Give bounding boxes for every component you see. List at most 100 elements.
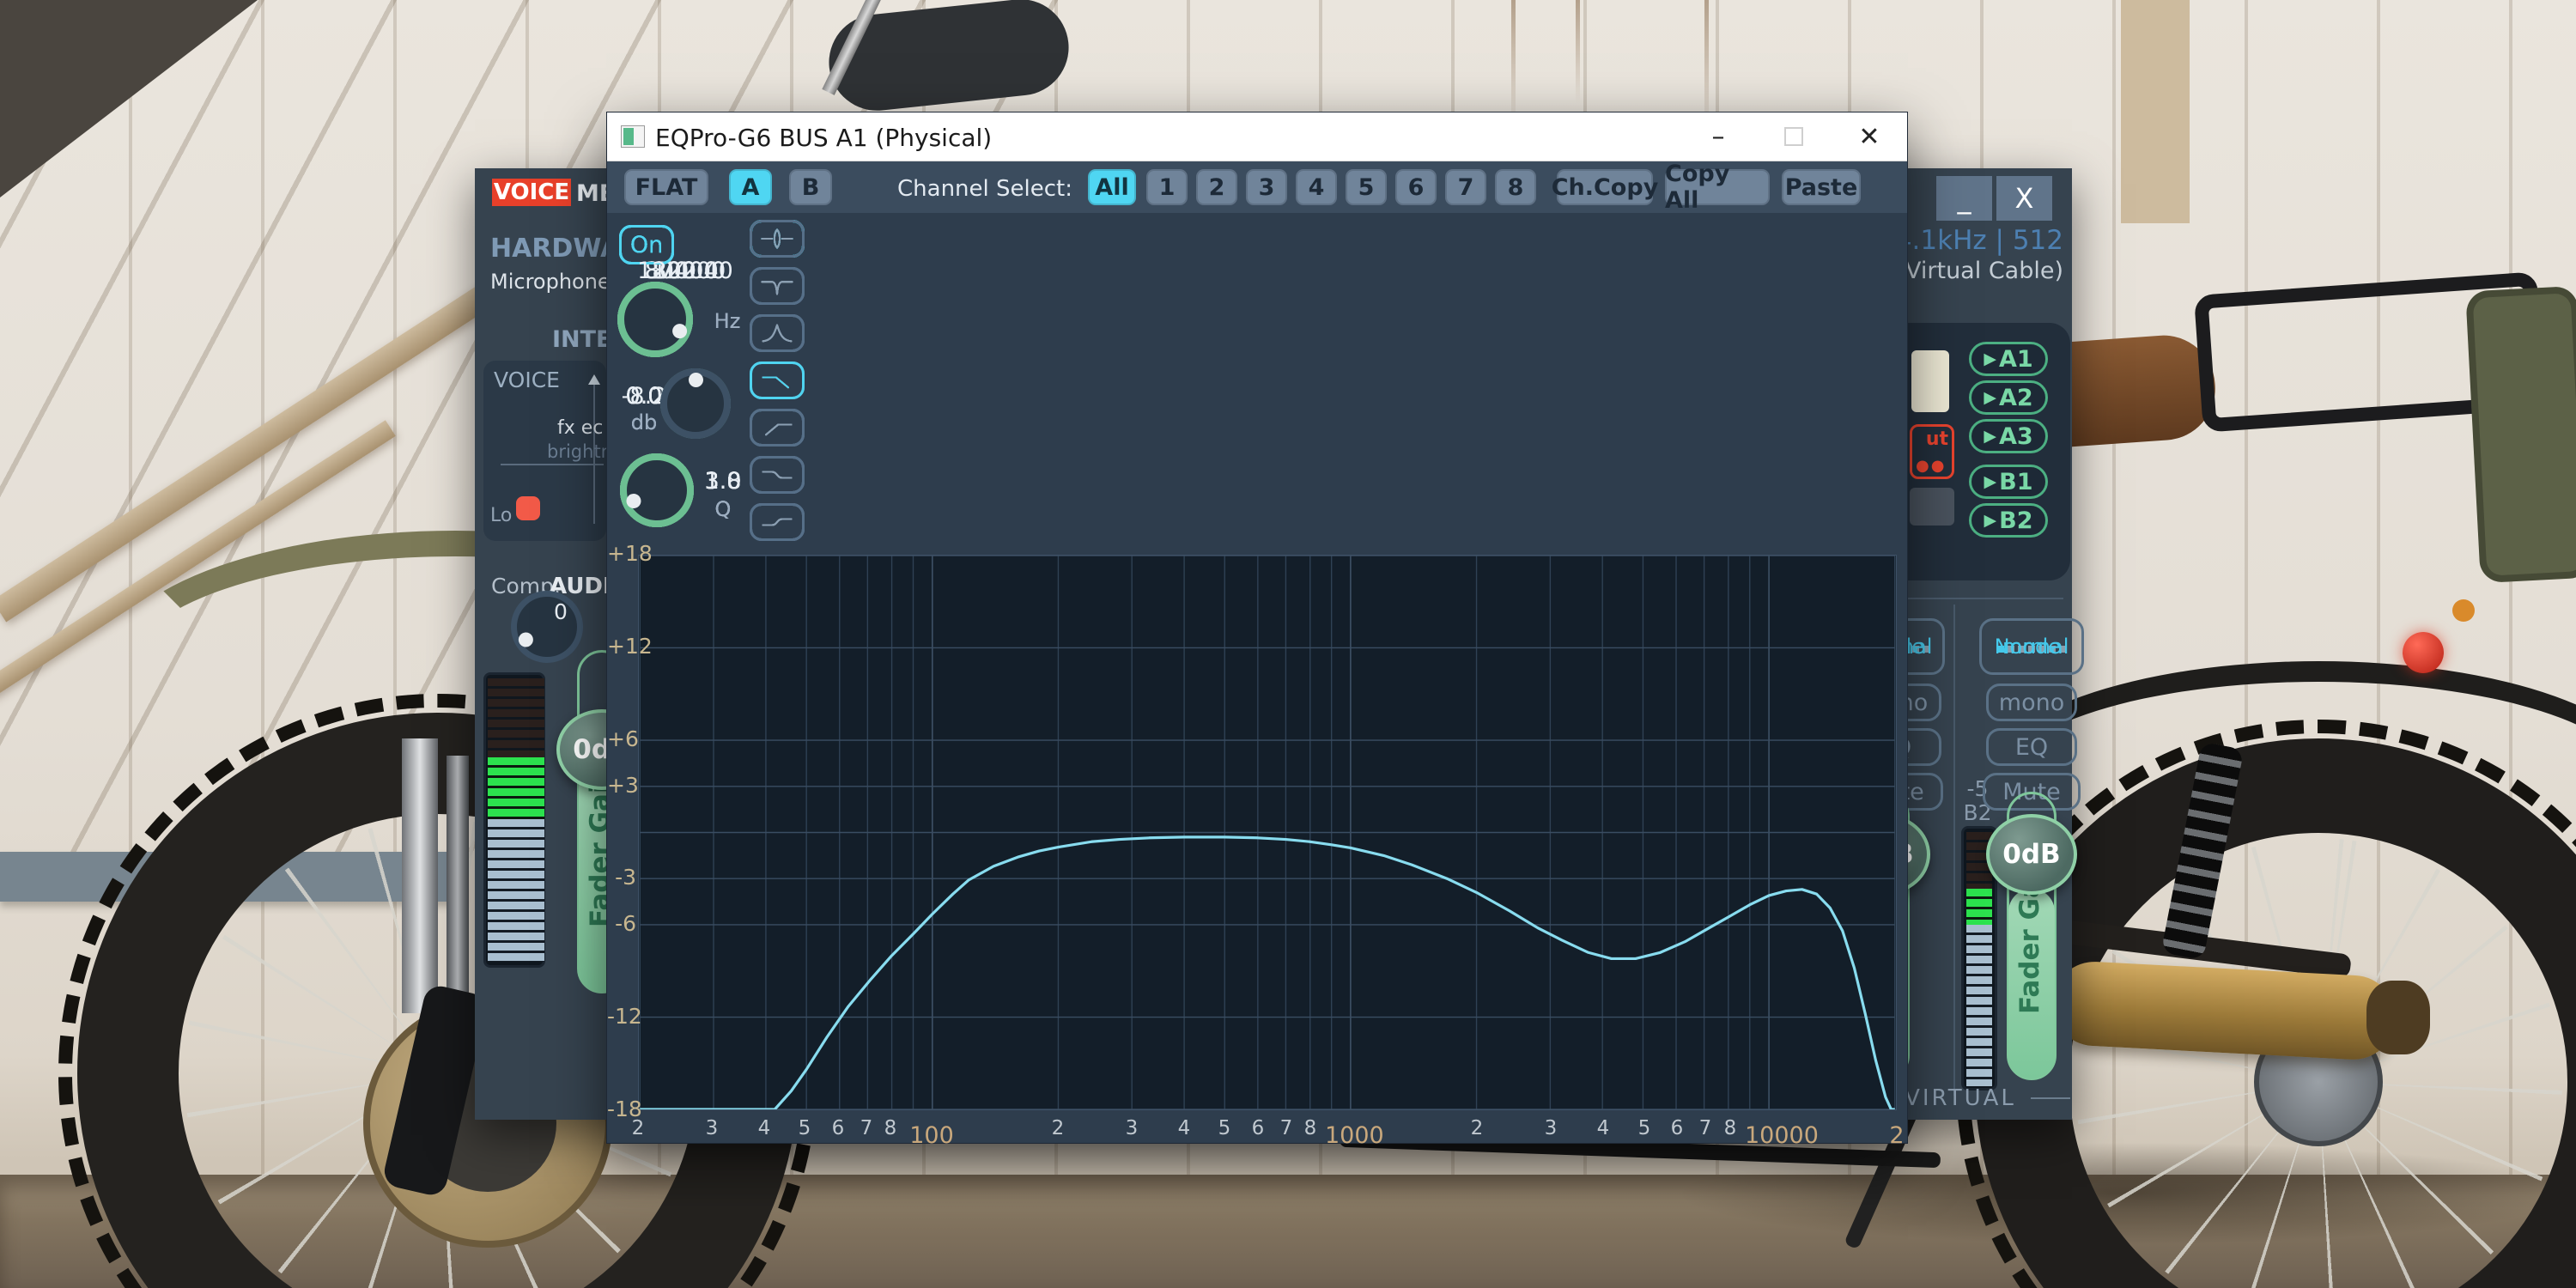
fork-tube	[447, 756, 469, 1013]
band-q-value: 3.0	[704, 468, 742, 495]
x-axis-label: 2	[631, 1117, 645, 1139]
x-axis-label: 10000	[1745, 1122, 1819, 1149]
exhaust-tip	[2366, 981, 2430, 1054]
turn-signal	[2452, 599, 2475, 622]
vm-close-button[interactable]: X	[1996, 176, 2052, 221]
x-axis-label: 3	[1544, 1117, 1558, 1139]
filter-bandpass-button[interactable]	[750, 314, 805, 352]
y-axis-label: -12	[607, 1004, 642, 1029]
x-axis-label: 3	[1125, 1117, 1139, 1139]
channel-button-2[interactable]: 2	[1196, 169, 1237, 205]
frequency-response-plot[interactable]	[638, 555, 1897, 1110]
x-axis-label: 2	[1051, 1117, 1065, 1139]
y-axis-label: +12	[607, 634, 653, 659]
paste-button[interactable]: Paste	[1782, 169, 1861, 205]
filter-shelf-boost-button[interactable]	[750, 503, 805, 541]
input-level-meter	[483, 672, 545, 968]
eq-toolbar: FLAT A B Channel Select: All 1 2 3 4 5 6 7 8 Ch.…	[607, 161, 1907, 214]
eq-window: EQPro-G6 BUS A1 (Physical) – ✕ FLAT A B …	[606, 112, 1908, 1149]
preset-a-button[interactable]: A	[729, 169, 772, 205]
desktop: VOICE MEE HARDWARE I Microphone (Ra INTE…	[0, 0, 2576, 1288]
eq-bands: On 122.4 Hz 0.0 db 3.0 Q On 200.0 Hz 0.0 db 3.0 Q On 80…	[607, 213, 1907, 549]
recorder-strip	[1910, 488, 1954, 526]
channel-button-5[interactable]: 5	[1346, 169, 1387, 205]
channel-button-4[interactable]: 4	[1296, 169, 1337, 205]
voicemeeter-logo-badge: VOICE	[492, 179, 571, 206]
strip-divider	[1953, 605, 1955, 1096]
x-axis-label: 2	[1470, 1117, 1484, 1139]
pad-title: VOICE	[494, 368, 560, 392]
filter-notch-button[interactable]	[750, 267, 805, 305]
x-axis-label: 1000	[1325, 1122, 1384, 1149]
knob-indicator-dot	[688, 372, 703, 387]
mono-button[interactable]: mono	[1986, 683, 2077, 721]
q-knob[interactable]	[620, 453, 694, 527]
channel-button-all[interactable]: All	[1088, 169, 1136, 205]
band-freq-value: 12000.0	[637, 258, 733, 284]
saddle-bag	[2465, 285, 2576, 584]
filter-lowpass-button[interactable]	[750, 361, 805, 399]
knob-indicator-dot	[623, 490, 643, 511]
channel-button-6[interactable]: 6	[1395, 169, 1437, 205]
copy-all-button[interactable]: Copy All	[1665, 161, 1770, 214]
y-axis-label: -6	[615, 911, 636, 936]
eq-button[interactable]: EQ	[1986, 728, 2077, 766]
gain-knob[interactable]	[660, 368, 731, 439]
y-axis-label: +3	[607, 773, 639, 798]
record-dots-icon: ●●	[1916, 457, 1947, 475]
exhaust-pipe	[2050, 959, 2398, 1062]
x-axis-label: 2	[1889, 1122, 1905, 1149]
channel-button-1[interactable]: 1	[1146, 169, 1188, 205]
freq-knob[interactable]	[617, 282, 693, 357]
bus-a1-button[interactable]: ▶ A1	[1969, 342, 2048, 376]
pad-lo-label: Lo	[490, 505, 513, 526]
eq-minimize-button[interactable]: –	[1680, 112, 1756, 161]
comp-knob[interactable]	[511, 591, 583, 663]
bus-a3-button[interactable]: ▶ A3	[1969, 419, 2048, 453]
y-axis-label: -3	[615, 865, 636, 890]
channel-select-label: Channel Select:	[897, 176, 1072, 202]
y-axis-label: +6	[607, 726, 639, 751]
bus-b2-button[interactable]: ▶ B2	[1969, 503, 2048, 538]
normal-mode-button[interactable]: Normal mode	[1979, 618, 2084, 675]
y-axis-label: +18	[607, 541, 653, 566]
normal-mode-line2: mode	[2002, 635, 2062, 659]
bus-a2-button[interactable]: ▶ A2	[1969, 380, 2048, 415]
band-freq-unit: Hz	[714, 309, 741, 333]
wall-board	[2121, 0, 2190, 223]
eq-window-title: EQPro-G6 BUS A1 (Physical)	[655, 124, 993, 152]
eq-close-button[interactable]: ✕	[1832, 112, 1907, 161]
filter-highpass-button[interactable]	[750, 409, 805, 447]
intellipan-pad[interactable]: VOICE fx ec brightn Lo	[483, 361, 612, 541]
filter-bell-button[interactable]	[750, 220, 805, 258]
eq-app-icon	[621, 125, 645, 148]
x-axis-label: 100	[909, 1122, 954, 1149]
channel-copy-button[interactable]: Ch.Copy	[1552, 169, 1658, 205]
eq-maximize-button[interactable]	[1756, 112, 1832, 161]
pad-arrow-up-icon	[588, 373, 600, 385]
pad-handle[interactable]	[516, 496, 540, 520]
knob-indicator-dot	[669, 320, 690, 341]
filter-shelf-cut-button[interactable]	[750, 456, 805, 494]
recorder-panel[interactable]: ut ●●	[1910, 424, 1954, 479]
wall-stain	[1576, 0, 1580, 103]
pad-crosshair-h	[501, 464, 604, 465]
bus-fader-handle[interactable]: 0dB	[1986, 814, 2077, 895]
preset-b-button[interactable]: B	[789, 169, 832, 205]
channel-button-7[interactable]: 7	[1445, 169, 1486, 205]
channel-button-3[interactable]: 3	[1246, 169, 1287, 205]
pad-fx-label: fx ec	[557, 417, 604, 439]
x-axis-label: 3	[705, 1117, 719, 1139]
fork-tube	[402, 738, 438, 1013]
flat-button[interactable]: FLAT	[624, 169, 708, 205]
comp-value: 0	[554, 599, 568, 624]
response-curve	[640, 835, 1895, 1109]
virtual-line	[2031, 1097, 2070, 1099]
tail-light	[2403, 632, 2444, 673]
eq-titlebar[interactable]: EQPro-G6 BUS A1 (Physical) – ✕	[607, 112, 1907, 161]
vm-minimize-button[interactable]: _	[1936, 176, 1992, 221]
recorder-text: ut	[1925, 428, 1948, 450]
channel-button-8[interactable]: 8	[1495, 169, 1536, 205]
bus-b1-button[interactable]: ▶ B1	[1969, 465, 2048, 499]
wall-stain	[1511, 0, 1516, 129]
